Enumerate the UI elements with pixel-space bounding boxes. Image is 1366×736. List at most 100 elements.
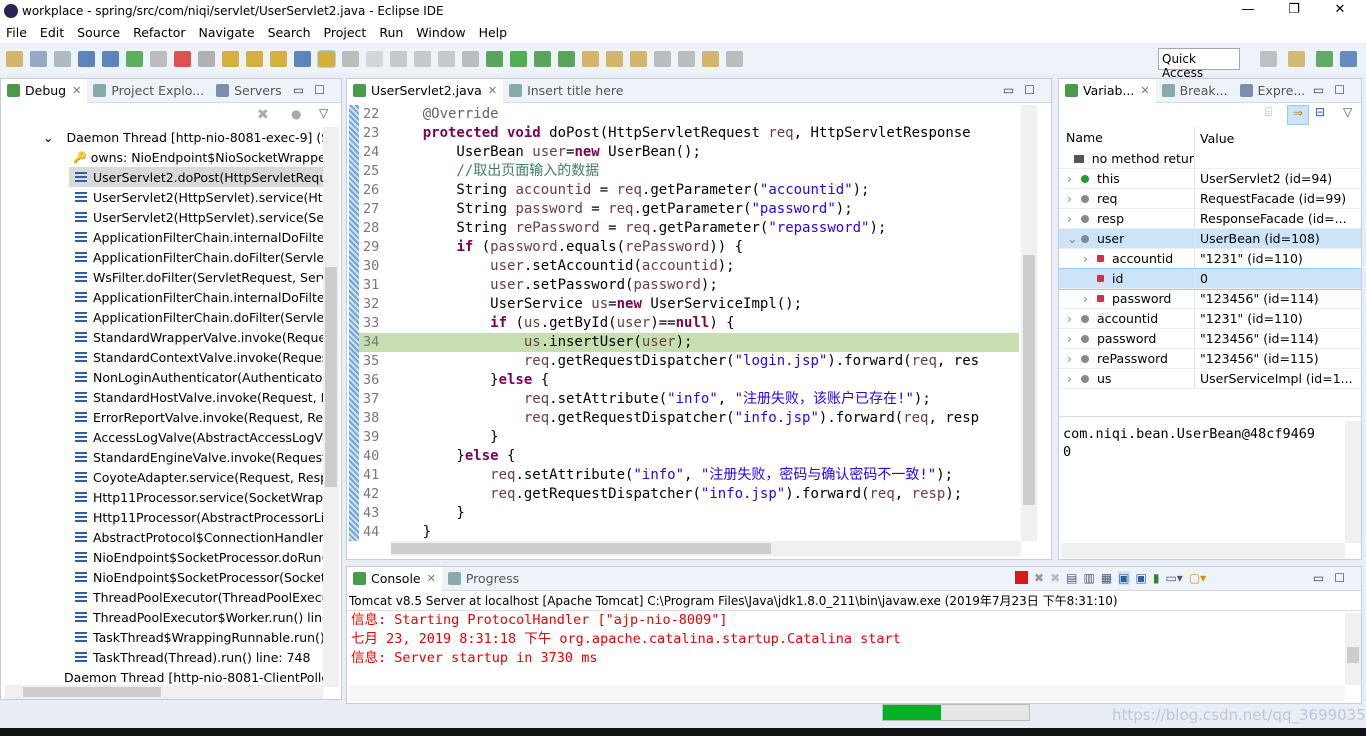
expand-icon[interactable]: › xyxy=(1067,171,1081,186)
debug-icon[interactable] xyxy=(462,51,479,67)
variable-row[interactable]: › resp ResponseFacade (id=... xyxy=(1059,208,1361,229)
disconnect-icon[interactable] xyxy=(198,51,215,67)
restore-button[interactable]: ❐ xyxy=(1274,2,1314,17)
show-whitespace-icon[interactable] xyxy=(414,51,431,67)
console-tab-1[interactable]: Progress xyxy=(442,567,525,591)
variables-min-max-buttons[interactable]: ▭☐ xyxy=(1313,83,1355,97)
variable-row[interactable]: ⌄ user UserBean (id=108) xyxy=(1059,228,1361,249)
expand-icon[interactable]: › xyxy=(1067,191,1081,206)
stack-frame[interactable]: ApplicationFilterChain.internalDoFilter(… xyxy=(1,287,323,307)
stack-frame[interactable]: ErrorReportValve.invoke(Request, Resp xyxy=(1,407,323,427)
stack-frame[interactable]: ThreadPoolExecutor$Worker.run() line: xyxy=(1,607,323,627)
expand-icon[interactable]: › xyxy=(1067,311,1081,326)
owns-monitor-item[interactable]: 🔑 owns: NioEndpoint$NioSocketWrapper xyxy=(1,147,323,167)
stack-frame[interactable]: NioEndpoint$SocketProcessor(SocketPr xyxy=(1,567,323,587)
terminate-icon[interactable] xyxy=(174,51,191,67)
collapse-icon[interactable]: ● xyxy=(291,107,301,121)
variables-tab-0[interactable]: Variab... ✕ xyxy=(1059,78,1156,103)
menu-navigate[interactable]: Navigate xyxy=(199,25,255,40)
step-into-icon[interactable] xyxy=(222,51,239,67)
console-vertical-scrollbar[interactable] xyxy=(1345,613,1361,685)
console-horizontal-scrollbar[interactable] xyxy=(349,685,1345,701)
column-value[interactable]: Value xyxy=(1195,131,1234,146)
debug-tab-1[interactable]: Project Explo... xyxy=(87,79,210,103)
close-tab-icon[interactable]: ✕ xyxy=(72,84,81,97)
save-all-icon[interactable] xyxy=(54,51,71,67)
open-folder-icon[interactable] xyxy=(582,51,599,67)
editor-vertical-scrollbar[interactable] xyxy=(1021,105,1037,541)
run-icon[interactable] xyxy=(486,51,503,67)
prev-annotation-icon[interactable] xyxy=(678,51,695,67)
debug-vertical-scrollbar[interactable] xyxy=(323,127,339,687)
expand-icon[interactable]: ⌄ xyxy=(43,130,53,145)
stack-frame[interactable]: CoyoteAdapter.service(Request, Respor xyxy=(1,467,323,487)
column-name[interactable]: Name xyxy=(1059,127,1195,149)
stack-frame[interactable]: StandardEngineValve.invoke(Request, R xyxy=(1,447,323,467)
variable-row[interactable]: › password "123456" (id=114) xyxy=(1059,328,1361,349)
show-type-names-icon[interactable]: ⌸ xyxy=(1265,105,1285,125)
variable-row[interactable]: no method retur xyxy=(1059,149,1361,169)
expand-icon[interactable]: › xyxy=(1067,351,1081,366)
remove-all-terminated-icon[interactable]: ✖ xyxy=(1050,571,1060,585)
stack-frame[interactable]: TaskThread$WrappingRunnable.run() lir xyxy=(1,627,323,647)
step-return-icon[interactable] xyxy=(270,51,287,67)
stack-frame[interactable]: AbstractProtocol$ConnectionHandler<S xyxy=(1,527,323,547)
expand-icon[interactable]: › xyxy=(1067,371,1081,386)
progress-bar[interactable] xyxy=(882,704,1030,721)
view-menu-icon[interactable]: ▽ xyxy=(319,106,328,120)
clear-console-icon[interactable]: ▤ xyxy=(1066,571,1077,585)
console-output[interactable]: 信息: Starting ProtocolHandler ["ajp-nio-8… xyxy=(347,611,1361,685)
scroll-lock-icon[interactable]: ▥ xyxy=(1083,571,1094,585)
java-ee-perspective-icon[interactable] xyxy=(1288,51,1305,67)
open-console-icon[interactable]: ▢▾ xyxy=(1189,571,1206,585)
minimize-button[interactable]: — xyxy=(1228,2,1268,17)
use-step-filters-icon[interactable] xyxy=(317,50,336,68)
java-perspective-icon[interactable] xyxy=(1340,51,1357,67)
suspend-icon[interactable] xyxy=(150,51,167,67)
stack-frame[interactable]: AccessLogValve(AbstractAccessLogValv xyxy=(1,427,323,447)
resume-icon[interactable] xyxy=(126,51,143,67)
variable-row[interactable]: › accountid "1231" (id=110) xyxy=(1059,308,1361,329)
stack-frame[interactable]: TaskThread(Thread).run() line: 748 xyxy=(1,647,323,667)
stack-frame[interactable]: NioEndpoint$SocketProcessor.doRun() xyxy=(1,547,323,567)
pilcrow-icon[interactable] xyxy=(438,51,455,67)
forward-icon[interactable] xyxy=(726,51,743,67)
expand-icon[interactable]: › xyxy=(1067,211,1081,226)
debug-tab-2[interactable]: Servers xyxy=(210,79,288,103)
editor-tab-1[interactable]: Insert title here xyxy=(503,79,629,103)
console-min-max-buttons[interactable]: ▭☐ xyxy=(1313,571,1355,585)
variable-row[interactable]: › password "123456" (id=114) xyxy=(1059,288,1361,309)
expand-icon[interactable]: › xyxy=(1083,251,1097,266)
debug-tab-0[interactable]: Debug ✕ xyxy=(1,78,88,103)
terminal-icon[interactable] xyxy=(78,51,95,67)
stack-frame[interactable]: ApplicationFilterChain.doFilter(ServletR… xyxy=(1,307,323,327)
open-task-icon[interactable] xyxy=(630,51,647,67)
code-area[interactable]: 22 @Override 23 protected void doPost(Htt… xyxy=(359,105,1019,541)
view-menu-icon[interactable]: ▽ xyxy=(1343,105,1352,119)
open-perspective-icon[interactable] xyxy=(1260,51,1277,67)
stack-frame[interactable]: StandardWrapperValve.invoke(Request, xyxy=(1,327,323,347)
save-icon[interactable] xyxy=(30,51,47,67)
menu-file[interactable]: File xyxy=(6,25,27,40)
back-icon[interactable] xyxy=(702,51,719,67)
new-icon[interactable] xyxy=(6,51,23,67)
stack-frame[interactable]: WsFilter.doFilter(ServletRequest, Servle… xyxy=(1,267,323,287)
variable-detail-pane[interactable]: com.niqi.bean.UserBean@48cf9469 0 xyxy=(1063,425,1343,461)
run-coverage-icon[interactable] xyxy=(510,51,527,67)
display-console-icon[interactable]: ▭▾ xyxy=(1165,571,1182,585)
stack-frame[interactable]: StandardHostValve.invoke(Request, Res xyxy=(1,387,323,407)
view-min-max-buttons[interactable]: ▭☐ xyxy=(293,83,335,97)
collapse-all-icon[interactable]: ⊟ xyxy=(1315,105,1325,119)
show-logical-structure-icon[interactable]: ⇒ xyxy=(1287,105,1309,125)
debug-horizontal-scrollbar[interactable] xyxy=(5,685,323,699)
stack-frame[interactable]: NonLoginAuthenticator(AuthenticatorBa xyxy=(1,367,323,387)
menu-search[interactable]: Search xyxy=(268,25,311,40)
pin-console-icon[interactable]: ▮ xyxy=(1153,571,1160,585)
quick-access-input[interactable]: Quick Access xyxy=(1158,48,1240,80)
close-tab-icon[interactable]: ✕ xyxy=(1140,84,1149,97)
expand-icon[interactable]: ⌄ xyxy=(1067,231,1081,246)
menu-source[interactable]: Source xyxy=(77,25,120,40)
editor-tab-0[interactable]: UserServlet2.java ✕ xyxy=(347,78,504,103)
variable-row[interactable]: › this UserServlet2 (id=94) xyxy=(1059,168,1361,189)
detail-horizontal-scrollbar[interactable] xyxy=(1061,543,1345,558)
